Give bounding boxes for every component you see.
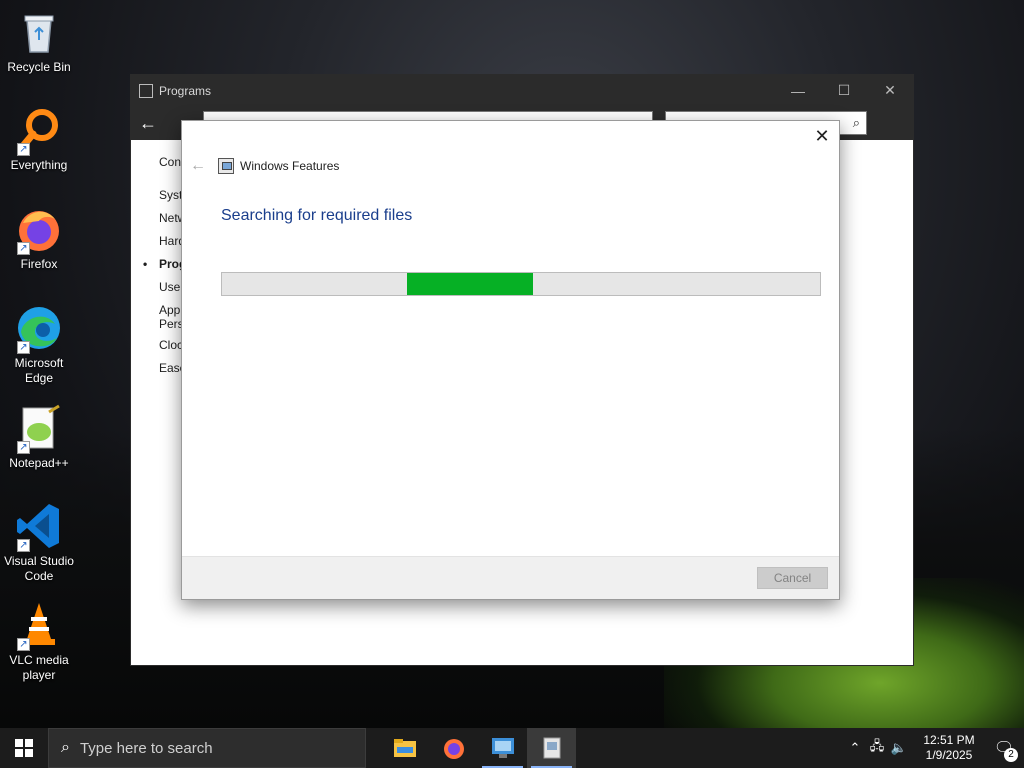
firefox-icon: ↗ bbox=[15, 205, 63, 255]
edge-icon: ↗ bbox=[15, 304, 63, 354]
desktop-icon-label: Visual Studio Code bbox=[4, 554, 74, 583]
progress-bar bbox=[221, 272, 821, 296]
clock-date: 1/9/2025 bbox=[925, 748, 973, 762]
dialog-close-button[interactable]: ✕ bbox=[813, 127, 831, 145]
desktop-icon-vlc[interactable]: ↗ VLC media player bbox=[4, 601, 74, 683]
shortcut-arrow-icon: ↗ bbox=[17, 143, 30, 156]
taskbar: ⌕ Type here to search ⌃ 🖧 🔈 12:51 PM 1/9… bbox=[0, 728, 1024, 768]
shortcut-arrow-icon: ↗ bbox=[17, 441, 30, 454]
desktop-icon-label: Microsoft Edge bbox=[14, 356, 64, 385]
shortcut-arrow-icon: ↗ bbox=[17, 242, 30, 255]
taskbar-windows-features[interactable] bbox=[527, 728, 576, 768]
control-panel-titlebar[interactable]: Programs — ☐ ✕ bbox=[131, 75, 913, 106]
taskbar-search-box[interactable]: ⌕ Type here to search bbox=[48, 728, 366, 768]
desktop-icon-everything[interactable]: ↗ Everything bbox=[4, 106, 74, 173]
desktop-icon-label: Everything bbox=[10, 158, 68, 172]
network-icon[interactable]: 🖧 bbox=[866, 737, 888, 759]
maximize-button[interactable]: ☐ bbox=[821, 75, 867, 106]
search-placeholder: Type here to search bbox=[79, 739, 213, 757]
status-heading: Searching for required files bbox=[221, 207, 413, 224]
dialog-footer: Cancel bbox=[182, 556, 839, 599]
sidebar-item[interactable]: App Pers bbox=[159, 303, 184, 338]
file-explorer-icon bbox=[393, 739, 416, 757]
desktop-icon-firefox[interactable]: ↗ Firefox bbox=[4, 205, 74, 272]
vscode-icon: ↗ bbox=[15, 502, 63, 552]
desktop-icon-label: VLC media player bbox=[9, 653, 69, 682]
taskbar-control-panel[interactable] bbox=[478, 728, 527, 768]
shortcut-arrow-icon: ↗ bbox=[17, 539, 30, 552]
active-bullet-icon: • bbox=[143, 257, 148, 271]
back-arrow-icon: ← bbox=[190, 157, 206, 174]
notepad-plus-plus-icon: ↗ bbox=[15, 404, 63, 454]
volume-muted-icon[interactable]: 🔈 bbox=[888, 740, 910, 756]
vlc-icon: ↗ bbox=[15, 601, 63, 651]
windows-features-icon bbox=[543, 737, 560, 759]
back-arrow-icon[interactable]: ← bbox=[139, 113, 163, 134]
taskbar-file-explorer[interactable] bbox=[380, 728, 429, 768]
chevron-up-icon[interactable]: ⌃ bbox=[844, 740, 866, 756]
windows-logo-icon bbox=[15, 739, 33, 757]
clock-time: 12:51 PM bbox=[923, 733, 975, 747]
dialog-title: Windows Features bbox=[240, 159, 340, 173]
windows-features-dialog[interactable]: ✕ ← Windows Features Searching for requi… bbox=[181, 120, 840, 600]
start-button[interactable] bbox=[0, 728, 48, 768]
minimize-button[interactable]: — bbox=[775, 75, 821, 106]
notification-count-badge: 2 bbox=[1004, 748, 1018, 762]
taskbar-firefox[interactable] bbox=[429, 728, 478, 768]
desktop-icon-label: Notepad++ bbox=[9, 456, 69, 470]
cancel-button[interactable]: Cancel bbox=[757, 567, 828, 589]
desktop-icon-vscode[interactable]: ↗ Visual Studio Code bbox=[4, 502, 74, 584]
desktop-icon-label: Firefox bbox=[20, 257, 58, 271]
everything-search-icon: ↗ bbox=[15, 106, 63, 156]
desktop-icon-recycle-bin[interactable]: Recycle Bin bbox=[4, 8, 74, 75]
window-title: Programs bbox=[159, 83, 212, 98]
firefox-icon bbox=[443, 739, 464, 759]
notification-center-button[interactable]: 🗨 2 bbox=[984, 738, 1024, 762]
desktop-icon-label: Recycle Bin bbox=[7, 60, 71, 74]
windows-features-icon bbox=[218, 158, 234, 174]
control-panel-icon bbox=[491, 738, 514, 758]
search-icon: ⌕ bbox=[852, 115, 860, 130]
recycle-bin-icon bbox=[15, 8, 63, 56]
progress-bar-fill bbox=[407, 273, 533, 295]
desktop-icon-edge[interactable]: ↗ Microsoft Edge bbox=[4, 304, 74, 386]
system-tray: ⌃ 🖧 🔈 12:51 PM 1/9/2025 🗨 2 bbox=[844, 728, 1024, 768]
control-panel-icon bbox=[139, 83, 153, 98]
close-window-button[interactable]: ✕ bbox=[867, 75, 913, 106]
desktop-icon-notepad-plus-plus[interactable]: ↗ Notepad++ bbox=[4, 404, 74, 471]
clock[interactable]: 12:51 PM 1/9/2025 bbox=[914, 733, 984, 763]
dialog-header: ← Windows Features bbox=[190, 157, 339, 175]
search-icon: ⌕ bbox=[61, 739, 70, 756]
shortcut-arrow-icon: ↗ bbox=[17, 638, 30, 651]
shortcut-arrow-icon: ↗ bbox=[17, 341, 30, 354]
